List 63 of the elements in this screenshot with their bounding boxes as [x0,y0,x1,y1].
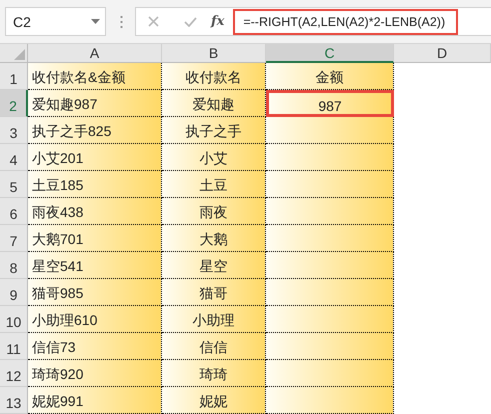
table-cell[interactable]: 雨夜 [162,198,266,225]
table-cell[interactable] [266,252,394,279]
table-cell[interactable] [266,117,394,144]
table-cell[interactable]: 执子之手 [162,117,266,144]
row-header[interactable]: 8 [0,252,28,279]
table-cell[interactable]: 星空 [162,252,266,279]
row-header[interactable]: 4 [0,144,28,171]
table-cell[interactable]: 987 [266,90,394,117]
table-cell[interactable]: 妮妮 [162,387,266,414]
table-cell[interactable]: 信信73 [28,333,162,360]
table-cell[interactable]: 爱知趣 [162,90,266,117]
table-cell[interactable]: 金额 [266,63,394,90]
table-cell[interactable]: 小助理610 [28,306,162,333]
row-header[interactable]: 3 [0,117,28,144]
column-header[interactable]: B [162,44,266,63]
column-header[interactable]: A [28,44,162,63]
table-cell[interactable]: 猫哥985 [28,279,162,306]
checkmark-icon[interactable] [184,16,197,26]
table-cell[interactable]: 大鹅 [162,225,266,252]
table-cell[interactable] [266,306,394,333]
insert-function-button[interactable]: fx [211,14,224,29]
row-header[interactable]: 11 [0,333,28,360]
row-header[interactable]: 9 [0,279,28,306]
formula-field[interactable]: =--RIGHT(A2,LEN(A2)*2-LENB(A2)) [233,8,458,34]
table-cell[interactable] [266,279,394,306]
table-cell[interactable] [266,333,394,360]
table-cell[interactable]: 星空541 [28,252,162,279]
table-cell[interactable] [266,387,394,414]
table-cell[interactable]: 妮妮991 [28,387,162,414]
row-header[interactable]: 12 [0,360,28,387]
row-header[interactable]: 2 [0,90,28,117]
table-cell[interactable] [266,144,394,171]
table-cell[interactable]: 土豆185 [28,171,162,198]
dropdown-caret-icon[interactable] [91,19,100,24]
column-header[interactable]: D [394,44,491,63]
table-cell[interactable]: 土豆 [162,171,266,198]
table-cell[interactable]: 小艾201 [28,144,162,171]
table-cell[interactable]: 执子之手825 [28,117,162,144]
row-header[interactable]: 5 [0,171,28,198]
table-cell[interactable] [266,198,394,225]
table-cell[interactable]: 琦琦 [162,360,266,387]
table-cell[interactable] [266,225,394,252]
drag-handle-icon[interactable] [120,14,123,28]
row-header[interactable]: 10 [0,306,28,333]
cell-reference: C2 [13,14,31,30]
row-header[interactable]: 6 [0,198,28,225]
row-header[interactable]: 7 [0,225,28,252]
table-cell[interactable]: 爱知趣987 [28,90,162,117]
table-cell[interactable]: 信信 [162,333,266,360]
table-cell[interactable]: 收付款名&金额 [28,63,162,90]
row-header[interactable]: 13 [0,387,28,414]
name-box[interactable]: C2 [5,7,106,36]
table-cell[interactable]: 小助理 [162,306,266,333]
table-cell[interactable]: 大鹅701 [28,225,162,252]
table-cell[interactable]: 雨夜438 [28,198,162,225]
table-cell[interactable]: 收付款名 [162,63,266,90]
table-cell[interactable]: 琦琦920 [28,360,162,387]
table-cell[interactable]: 小艾 [162,144,266,171]
row-header[interactable]: 1 [0,63,28,90]
table-cell[interactable]: 猫哥 [162,279,266,306]
table-cell[interactable] [266,171,394,198]
table-cell[interactable] [266,360,394,387]
column-header[interactable]: C [266,44,394,63]
